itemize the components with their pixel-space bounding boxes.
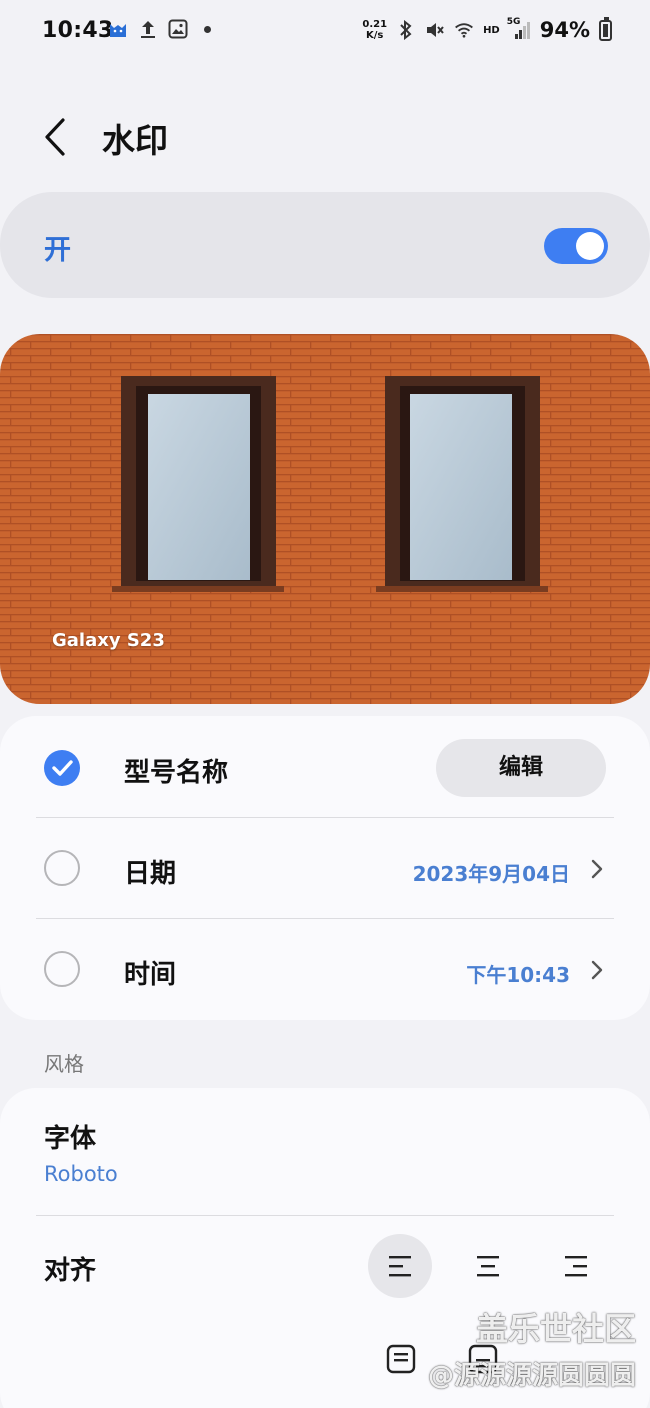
community-watermark-user: @源源源源圆圆圆 — [427, 1361, 636, 1391]
back-arrow-icon — [45, 118, 65, 156]
checkbox-model-name[interactable] — [44, 750, 80, 786]
battery-percent: 94% — [539, 18, 590, 42]
font-value: Roboto — [44, 1162, 118, 1186]
chevron-right-icon — [588, 856, 606, 882]
option-label: 时间 — [124, 960, 177, 990]
align-right-icon — [565, 1256, 587, 1277]
option-row-time[interactable]: 时间 下午10:43 — [0, 920, 650, 1020]
edit-button[interactable]: 编辑 — [436, 739, 606, 797]
option-label: 型号名称 — [124, 758, 229, 788]
preview-watermark-text: Galaxy S23 — [52, 630, 165, 651]
cat-app-icon — [108, 18, 128, 40]
font-title: 字体 — [44, 1124, 97, 1154]
image-icon — [168, 18, 188, 40]
toggle-label: 开 — [44, 235, 71, 266]
community-watermark-title: 盖乐世社区 — [475, 1310, 636, 1348]
align-left-icon — [389, 1256, 411, 1277]
hd-tag: HD — [483, 24, 500, 36]
divider — [36, 817, 614, 818]
mute-icon — [425, 19, 445, 41]
upload-icon — [138, 18, 158, 40]
align-title: 对齐 — [44, 1256, 97, 1286]
watermark-options-card: 型号名称 编辑 日期 2023年9月04日 时间 下午10:43 — [0, 716, 650, 1020]
align-center-button[interactable] — [456, 1234, 520, 1298]
align-center-icon — [477, 1256, 499, 1277]
watermark-toggle-row[interactable]: 开 — [0, 192, 650, 298]
status-time: 10:43 — [42, 18, 114, 43]
window-right — [376, 376, 548, 592]
status-bar: 10:43 0.21 K/s HD 5G 94% — [0, 0, 650, 64]
net-speed-unit: K/s — [366, 30, 384, 41]
checkmark-icon — [52, 760, 73, 776]
battery-icon — [599, 16, 612, 41]
signal-icon: 5G — [506, 17, 531, 41]
chevron-right-icon — [588, 957, 606, 983]
time-value: 下午10:43 — [466, 963, 570, 987]
watermark-switch[interactable] — [544, 228, 608, 264]
signal-tag: 5G — [506, 17, 521, 27]
page-title: 水印 — [102, 121, 168, 160]
window-left — [112, 376, 284, 592]
divider — [36, 918, 614, 919]
net-speed: 0.21 K/s — [362, 19, 387, 41]
checkbox-time[interactable] — [44, 951, 80, 987]
more-notifications-dot — [204, 25, 211, 33]
option-row-model-name[interactable]: 型号名称 编辑 — [0, 718, 650, 818]
watermark-preview: Galaxy S23 — [0, 334, 650, 704]
header: 水印 — [0, 100, 650, 176]
align-left-button[interactable] — [368, 1234, 432, 1298]
style-section-heading: 风格 — [44, 1052, 84, 1076]
bluetooth-icon — [396, 19, 416, 41]
back-button[interactable] — [38, 112, 78, 162]
date-value: 2023年9月04日 — [412, 862, 570, 886]
switch-knob — [576, 232, 604, 260]
notification-icons — [108, 18, 211, 40]
wifi-icon — [454, 19, 474, 41]
net-speed-value: 0.21 — [362, 19, 388, 30]
align-right-button[interactable] — [544, 1234, 608, 1298]
divider — [36, 1215, 614, 1216]
position-top-button[interactable] — [380, 1338, 422, 1380]
option-label: 日期 — [124, 859, 177, 889]
checkbox-date[interactable] — [44, 850, 80, 886]
position-top-icon — [386, 1344, 416, 1374]
system-icons: 0.21 K/s HD 5G 94% — [362, 16, 612, 42]
font-row[interactable]: 字体 Roboto — [0, 1088, 650, 1214]
option-row-date[interactable]: 日期 2023年9月04日 — [0, 819, 650, 919]
